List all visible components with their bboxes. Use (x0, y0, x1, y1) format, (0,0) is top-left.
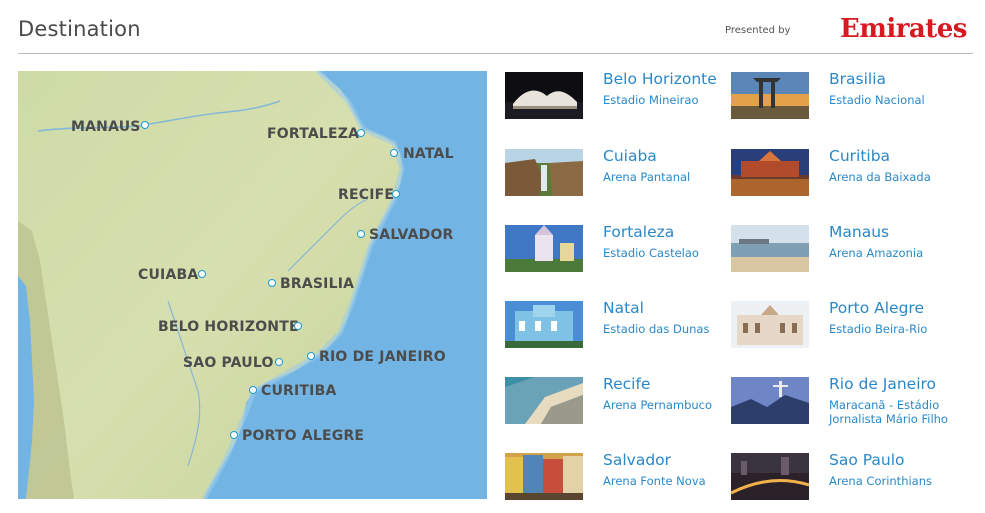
sao-paulo-thumbnail[interactable] (731, 453, 809, 500)
destination-stadium-name[interactable]: Arena Corinthians (829, 474, 954, 488)
destination-stadium-name[interactable]: Maracanã - Estádio Jornalista Mário Filh… (829, 398, 954, 426)
destination-card-porto-alegre[interactable]: Porto Alegre Estadio Beira-Rio (731, 299, 941, 361)
destination-city-name[interactable]: Rio de Janeiro (829, 375, 936, 393)
map-marker-brasilia[interactable] (268, 279, 276, 287)
destination-card-fortaleza[interactable]: Fortaleza Estadio Castelao (505, 223, 715, 285)
destination-card-belo-horizonte[interactable]: Belo Horizonte Estadio Mineirao (505, 70, 717, 132)
destination-stadium-name[interactable]: Arena da Baixada (829, 170, 954, 184)
destination-card-rio-de-janeiro[interactable]: Rio de Janeiro Maracanã - Estádio Jornal… (731, 375, 948, 437)
destination-city-name[interactable]: Brasilia (829, 70, 886, 88)
map-marker-manaus[interactable] (141, 121, 149, 129)
destination-city-name[interactable]: Fortaleza (603, 223, 674, 241)
destination-stadium-name[interactable]: Arena Pantanal (603, 170, 728, 184)
destination-city-name[interactable]: Recife (603, 375, 650, 393)
destination-card-curitiba[interactable]: Curitiba Arena da Baixada (731, 147, 941, 209)
destination-stadium-name[interactable]: Estadio das Dunas (603, 322, 728, 336)
destination-card-natal[interactable]: Natal Estadio das Dunas (505, 299, 715, 361)
belo-horizonte-thumbnail[interactable] (505, 72, 583, 119)
header-divider (18, 53, 973, 54)
brasilia-thumbnail[interactable] (731, 72, 809, 119)
map-marker-cuiaba[interactable] (198, 270, 206, 278)
map-label-sao-paulo[interactable]: SAO PAULO (183, 355, 274, 371)
destination-stadium-name[interactable]: Arena Pernambuco (603, 398, 728, 412)
map-label-manaus[interactable]: MANAUS (71, 119, 141, 135)
destination-city-name[interactable]: Salvador (603, 451, 671, 469)
map-label-recife[interactable]: RECIFE (338, 187, 394, 203)
map-marker-rio-de-janeiro[interactable] (307, 352, 315, 360)
presented-by-label: Presented by (725, 25, 791, 36)
porto-alegre-thumbnail[interactable] (731, 301, 809, 348)
map-label-curitiba[interactable]: CURITIBA (261, 383, 337, 399)
destination-card-brasilia[interactable]: Brasilia Estadio Nacional (731, 70, 941, 132)
natal-thumbnail[interactable] (505, 301, 583, 348)
curitiba-thumbnail[interactable] (731, 149, 809, 196)
destination-city-name[interactable]: Belo Horizonte (603, 70, 717, 88)
map-marker-porto-alegre[interactable] (230, 431, 238, 439)
cuiaba-thumbnail[interactable] (505, 149, 583, 196)
destination-city-name[interactable]: Curitiba (829, 147, 890, 165)
destination-city-name[interactable]: Natal (603, 299, 644, 317)
destination-stadium-name[interactable]: Estadio Castelao (603, 246, 728, 260)
destination-card-recife[interactable]: Recife Arena Pernambuco (505, 375, 715, 437)
destination-city-name[interactable]: Cuiaba (603, 147, 657, 165)
destination-city-name[interactable]: Sao Paulo (829, 451, 905, 469)
map-label-fortaleza[interactable]: FORTALEZA (267, 126, 359, 142)
map-label-belo-horizonte[interactable]: BELO HORIZONTE (158, 319, 299, 335)
destination-stadium-name[interactable]: Estadio Beira-Rio (829, 322, 954, 336)
map-label-cuiaba[interactable]: CUIABA (138, 267, 198, 283)
brazil-map[interactable]: MANAUS FORTALEZA NATAL RECIFE SALVADOR C… (18, 71, 487, 499)
destination-card-manaus[interactable]: Manaus Arena Amazonia (731, 223, 941, 285)
map-label-rio-de-janeiro[interactable]: RIO DE JANEIRO (319, 349, 446, 365)
rio-de-janeiro-thumbnail[interactable] (731, 377, 809, 424)
map-label-porto-alegre[interactable]: PORTO ALEGRE (242, 428, 364, 444)
manaus-thumbnail[interactable] (731, 225, 809, 272)
destination-card-cuiaba[interactable]: Cuiaba Arena Pantanal (505, 147, 715, 209)
destination-card-sao-paulo[interactable]: Sao Paulo Arena Corinthians (731, 451, 941, 513)
map-marker-salvador[interactable] (357, 230, 365, 238)
destination-city-name[interactable]: Manaus (829, 223, 889, 241)
destination-card-salvador[interactable]: Salvador Arena Fonte Nova (505, 451, 715, 513)
emirates-logo[interactable]: Emirates (840, 14, 967, 44)
map-marker-natal[interactable] (390, 149, 398, 157)
destination-city-name[interactable]: Porto Alegre (829, 299, 924, 317)
salvador-thumbnail[interactable] (505, 453, 583, 500)
destination-stadium-name[interactable]: Arena Amazonia (829, 246, 954, 260)
recife-thumbnail[interactable] (505, 377, 583, 424)
destination-stadium-name[interactable]: Estadio Mineirao (603, 93, 728, 107)
map-marker-sao-paulo[interactable] (275, 358, 283, 366)
map-label-salvador[interactable]: SALVADOR (369, 227, 454, 243)
fortaleza-thumbnail[interactable] (505, 225, 583, 272)
map-marker-recife[interactable] (392, 190, 400, 198)
page-title: Destination (18, 17, 141, 41)
destination-stadium-name[interactable]: Estadio Nacional (829, 93, 954, 107)
map-label-natal[interactable]: NATAL (403, 146, 454, 162)
map-marker-fortaleza[interactable] (357, 129, 365, 137)
map-label-brasilia[interactable]: BRASILIA (280, 276, 354, 292)
map-marker-belo-horizonte[interactable] (294, 322, 302, 330)
destination-stadium-name[interactable]: Arena Fonte Nova (603, 474, 728, 488)
map-marker-curitiba[interactable] (249, 386, 257, 394)
